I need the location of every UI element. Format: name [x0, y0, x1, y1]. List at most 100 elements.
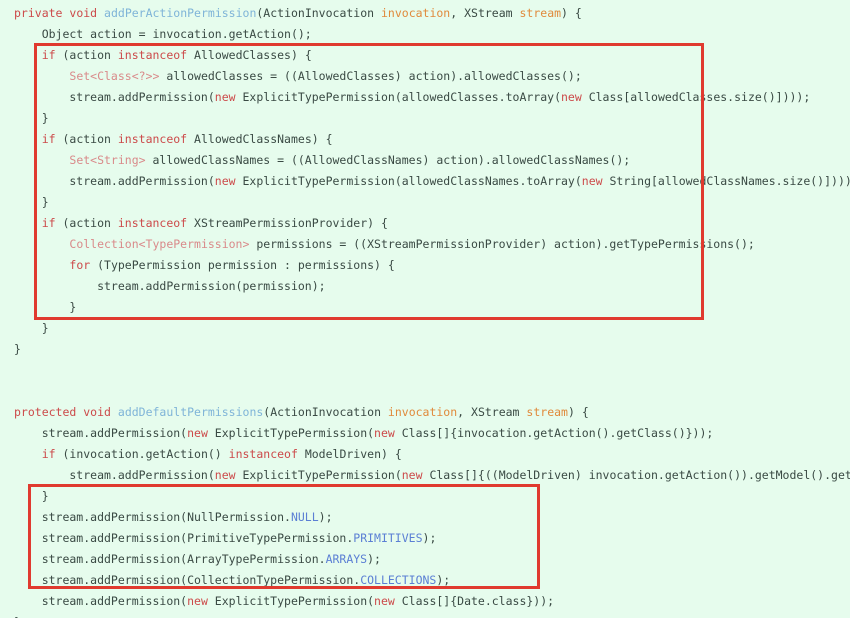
code-line: stream.addPermission(NullPermission.NULL… [0, 507, 850, 528]
code-token: stream.addPermission( [14, 468, 215, 482]
code-token: instanceof [117, 216, 188, 230]
code-token: stream.addPermission( [14, 426, 188, 440]
code-token: instanceof [117, 132, 188, 146]
code-token: stream.addPermission(NullPermission. [14, 510, 291, 524]
code-line: } [0, 192, 850, 213]
code-viewer: private void addPerActionPermission(Acti… [0, 0, 850, 618]
code-token: invocation [387, 405, 458, 419]
code-token: Class[]{invocation.getAction().getClass(… [394, 426, 714, 440]
code-line: if (action instanceof XStreamPermissionP… [0, 213, 850, 234]
code-line: } [0, 108, 850, 129]
code-token: stream.addPermission(PrimitiveTypePermis… [14, 531, 354, 545]
code-token: } [14, 300, 77, 314]
code-token: (action [55, 132, 118, 146]
code-token: stream.addPermission(ArrayTypePermission… [14, 552, 326, 566]
code-token: (invocation.getAction() [55, 447, 229, 461]
code-token: new [187, 426, 208, 440]
code-token: protected [14, 405, 77, 419]
code-token: new [581, 174, 603, 188]
code-token: new [214, 90, 236, 104]
code-token: ExplicitTypePermission( [235, 468, 402, 482]
code-token: allowedClasses = ((AllowedClasses) actio… [159, 69, 582, 83]
code-token: ); [436, 573, 451, 587]
code-line: Object action = invocation.getAction(); [0, 24, 850, 45]
code-token: (ActionInvocation [263, 405, 388, 419]
code-token: void [83, 405, 111, 419]
code-line: } [0, 297, 850, 318]
code-token: ) { [567, 405, 589, 419]
code-token: ModelDriven) { [297, 447, 402, 461]
code-token: stream.addPermission(CollectionTypePermi… [14, 573, 361, 587]
code-token: if [41, 216, 56, 230]
code-line: stream.addPermission(CollectionTypePermi… [0, 570, 850, 591]
code-token: Class[allowedClasses.size()]))); [581, 90, 811, 104]
code-token: invocation [381, 6, 451, 20]
code-token: new [214, 468, 236, 482]
code-token: COLLECTIONS [360, 573, 437, 587]
code-token: stream.addPermission( [14, 90, 215, 104]
code-token: new [401, 468, 423, 482]
code-token: } [14, 489, 49, 503]
code-token: instanceof [117, 48, 188, 62]
code-token: String[allowedClassNames.size()]))); [602, 174, 850, 188]
code-token: new [374, 594, 395, 608]
code-line: stream.addPermission(new ExplicitTypePer… [0, 591, 850, 612]
code-token: stream [526, 405, 568, 419]
code-token: ); [422, 531, 437, 545]
code-token: (action [55, 216, 118, 230]
code-token: XStreamPermissionProvider) { [187, 216, 388, 230]
code-line: if (action instanceof AllowedClassNames)… [0, 129, 850, 150]
code-line: Set<Class<?>> allowedClasses = ((Allowed… [0, 66, 850, 87]
code-token: PRIMITIVES [353, 531, 423, 545]
code-line: stream.addPermission(new ExplicitTypePer… [0, 465, 850, 486]
code-token: addPerActionPermission [104, 6, 257, 20]
code-line: stream.addPermission(permission); [0, 276, 850, 297]
code-token: void [69, 6, 98, 20]
code-line: stream.addPermission(ArrayTypePermission… [0, 549, 850, 570]
code-token: if [41, 48, 56, 62]
code-token: private [14, 6, 63, 20]
code-token: Class[]{Date.class})); [394, 594, 555, 608]
code-token: AllowedClassNames) { [187, 132, 333, 146]
code-listing[interactable]: private void addPerActionPermission(Acti… [0, 0, 850, 618]
code-token: permissions = ((XStreamPermissionProvide… [249, 237, 755, 251]
code-token: stream.addPermission( [14, 174, 215, 188]
code-token: Collection<TypePermission> [69, 237, 250, 251]
code-token: ARRAYS [325, 552, 368, 566]
code-line: stream.addPermission(new ExplicitTypePer… [0, 87, 850, 108]
code-line: } [0, 339, 850, 360]
code-token: Class[]{((ModelDriven) invocation.getAct… [422, 468, 850, 482]
code-line: private void addPerActionPermission(Acti… [0, 3, 850, 24]
code-token: new [214, 174, 236, 188]
code-token: } [14, 342, 21, 356]
code-line: stream.addPermission(new ExplicitTypePer… [0, 423, 850, 444]
code-line: for (TypePermission permission : permiss… [0, 255, 850, 276]
code-token: ); [318, 510, 333, 524]
code-token: , XStream [450, 6, 520, 20]
code-token: ExplicitTypePermission( [207, 594, 375, 608]
code-token: stream [519, 6, 562, 20]
code-line: } [0, 318, 850, 339]
code-token: new [187, 594, 208, 608]
code-token: Set<Class<?>> [69, 69, 160, 83]
code-line: stream.addPermission(PrimitiveTypePermis… [0, 528, 850, 549]
code-token: (TypePermission permission : permissions… [90, 258, 395, 272]
code-token: (ActionInvocation [256, 6, 381, 20]
code-token: NULL [290, 510, 319, 524]
code-line: if (invocation.getAction() instanceof Mo… [0, 444, 850, 465]
code-token: stream.addPermission( [14, 594, 188, 608]
code-token: AllowedClasses) { [187, 48, 312, 62]
code-token: } [14, 195, 49, 209]
code-token: } [14, 111, 49, 125]
